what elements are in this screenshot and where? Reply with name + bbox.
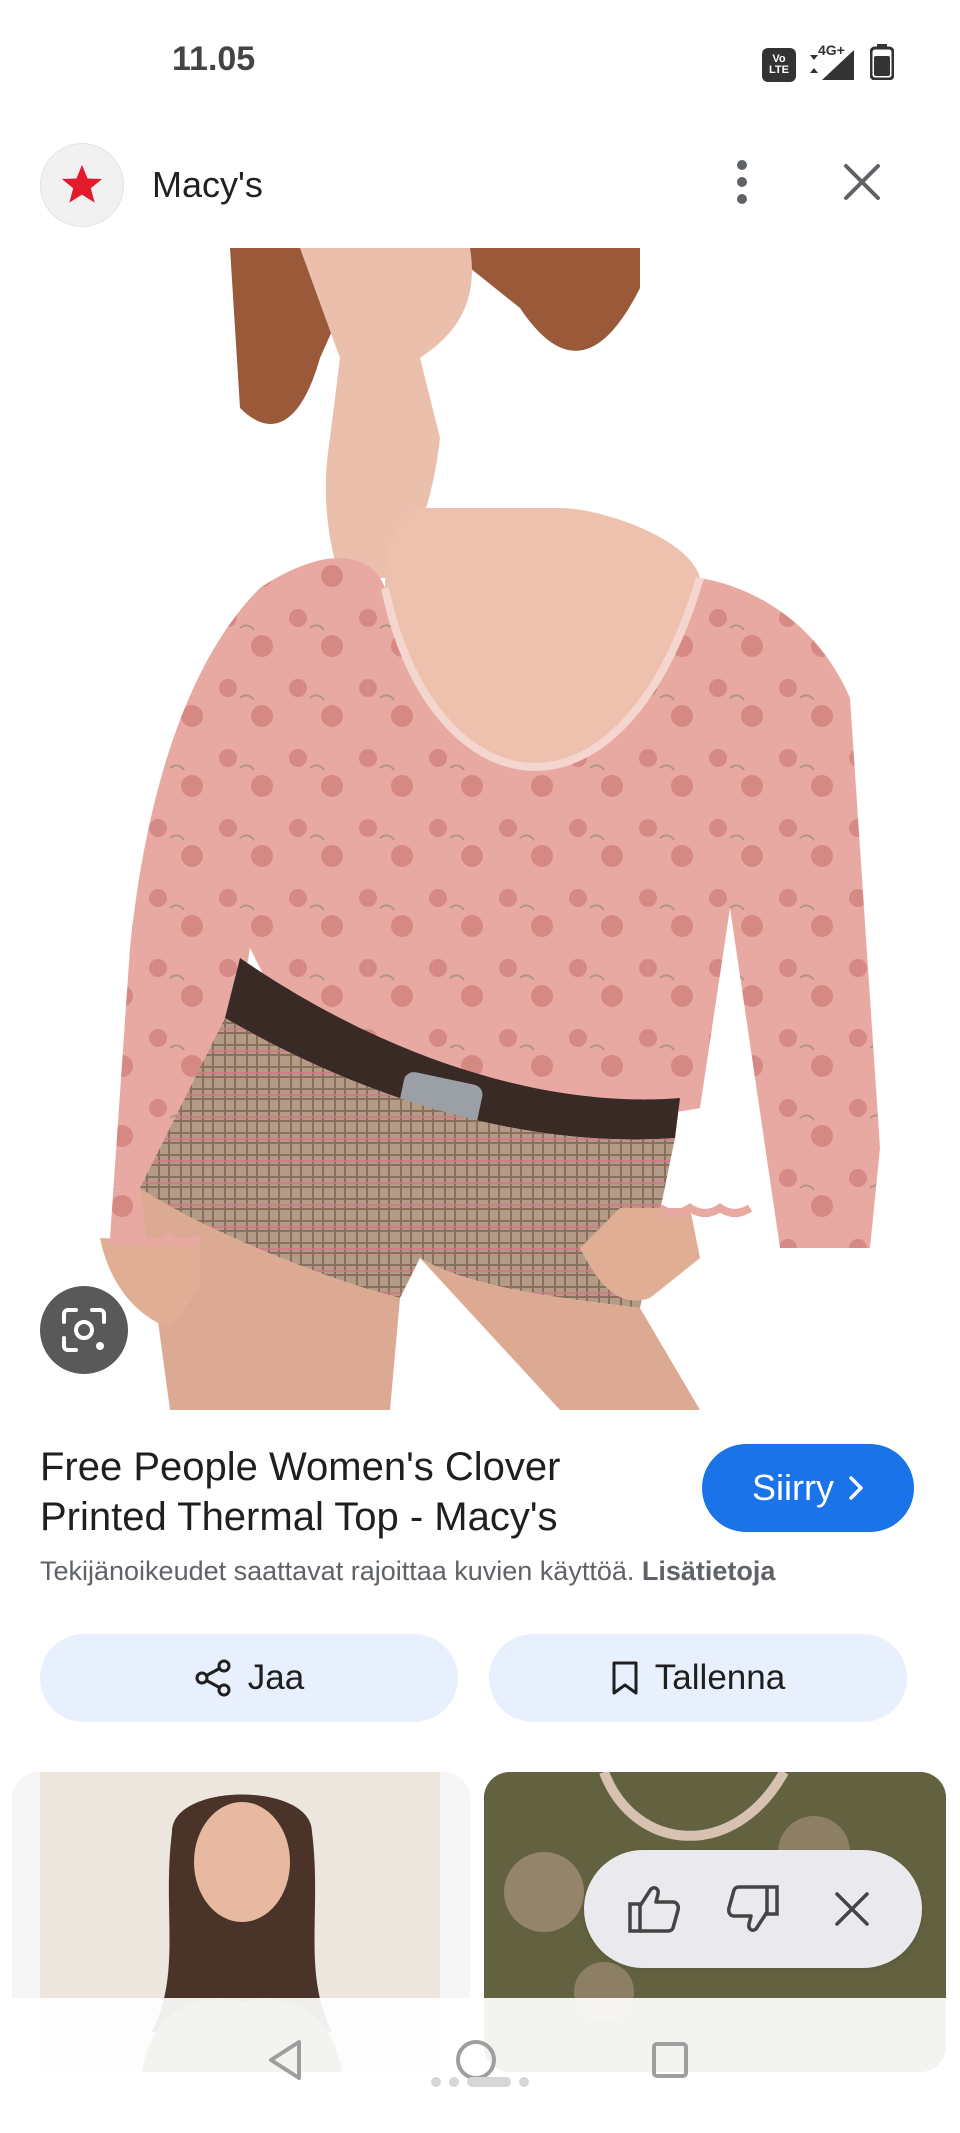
copyright-notice: Tekijänoikeudet saattavat rajoittaa kuvi… [40,1556,920,1587]
lens-camera-icon [62,1308,106,1352]
site-name[interactable]: Macy's [152,164,263,206]
close-icon [835,1892,870,1926]
product-title[interactable]: Free People Women's Clover Printed Therm… [40,1442,660,1542]
network-type-label: 4G+ [818,41,845,58]
save-button[interactable]: Tallenna [489,1634,907,1722]
more-vert-icon [737,160,747,204]
thumbs-down-button[interactable] [718,1874,788,1944]
feedback-bar [584,1850,922,1968]
share-button[interactable]: Jaa [40,1634,458,1722]
battery-icon [869,44,895,85]
close-button[interactable] [832,152,892,212]
visual-search-button[interactable] [40,1286,128,1374]
indicator-dot [431,2077,441,2087]
nav-recents-button[interactable] [640,2030,700,2090]
learn-more-link[interactable]: Lisätietoja [642,1556,776,1586]
product-photo-illustration [100,248,880,1410]
macys-star-icon [61,164,103,203]
share-label: Jaa [247,1658,305,1697]
product-title-line-1: Free People Women's Clover [40,1445,561,1489]
more-options-button[interactable] [712,152,772,212]
save-label: Tallenna [654,1658,786,1697]
product-image[interactable] [0,248,960,1410]
visit-site-button[interactable]: Siirry [702,1444,914,1532]
thumbs-down-icon [726,1885,779,1932]
recents-square-icon [652,2042,688,2078]
back-triangle-icon [269,2040,301,2080]
chevron-right-icon [849,1476,863,1500]
share-icon [195,1659,231,1697]
indicator-dot-active [467,2077,511,2087]
indicator-dot [449,2077,459,2087]
nav-back-button[interactable] [255,2030,315,2090]
site-logo[interactable] [40,143,124,227]
signal-icon: 4G+ [808,42,858,82]
dismiss-feedback-button[interactable] [817,1874,887,1944]
page-indicator [418,2076,542,2088]
thumbs-up-button[interactable] [619,1874,689,1944]
status-time: 11.05 [172,40,256,78]
thumbs-up-icon [627,1886,680,1933]
close-icon [844,164,880,200]
product-title-line-2: Printed Thermal Top - Macy's [40,1495,558,1539]
bookmark-icon [612,1661,638,1695]
copyright-text: Tekijänoikeudet saattavat rajoittaa kuvi… [40,1556,642,1586]
indicator-dot [519,2077,529,2087]
status-icons: Vo LTE 4G+ [762,42,895,85]
visit-site-label: Siirry [752,1467,834,1508]
volte-icon: Vo LTE [762,47,796,82]
